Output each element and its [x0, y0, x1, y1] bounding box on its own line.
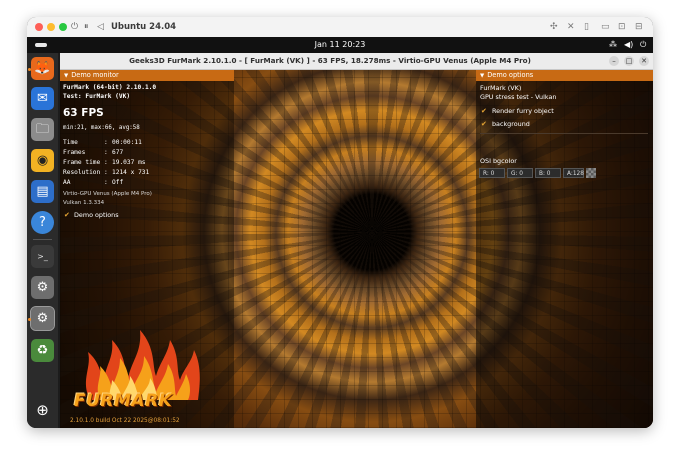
stat-label: Resolution: [63, 169, 101, 176]
ubuntu-topbar: Jan 11 20:23 ⁂ ◀) ⏻: [27, 37, 653, 53]
power-icon[interactable]: ⏻: [640, 39, 646, 51]
demo-options-label: Demo options: [74, 211, 119, 219]
stat-label: Time: [63, 139, 78, 146]
test-line: Test: FurMark (VK): [63, 93, 131, 100]
app-titlebar: Geeks3D FurMark 2.10.1.0 - [ FurMark (VK…: [60, 53, 653, 70]
furmark-logo-text: FURMARK: [74, 391, 173, 411]
trash-icon[interactable]: ♻: [31, 339, 54, 362]
files-icon[interactable]: 🗀: [31, 118, 54, 141]
volume-icon[interactable]: ◀): [624, 39, 633, 51]
dock-separator: [33, 239, 52, 240]
stat-value: Off: [112, 179, 124, 186]
zoom-traffic-light[interactable]: [59, 23, 67, 31]
fps-readout: 63 FPS: [63, 107, 104, 119]
stat-value: :: [104, 179, 108, 186]
pause-icon[interactable]: ⏸: [84, 20, 89, 34]
product-subtitle: GPU stress test - Vulkan: [480, 93, 557, 101]
usb-icon[interactable]: ▯: [584, 20, 589, 34]
app-title: Geeks3D FurMark 2.10.1.0 - [ FurMark (VK…: [129, 56, 531, 65]
running-indicator: [28, 68, 31, 71]
separator: [480, 133, 648, 134]
demo-monitor-title: Demo monitor: [71, 71, 119, 79]
clock[interactable]: Jan 11 20:23: [27, 39, 653, 51]
demo-monitor-header[interactable]: ▼ Demo monitor: [60, 70, 234, 81]
thunderbird-icon[interactable]: ✉: [31, 87, 54, 110]
background-label: background: [492, 120, 530, 128]
folder-icon[interactable]: ▭: [601, 20, 610, 34]
stat-value: 677: [112, 149, 124, 156]
network-icon[interactable]: ⁂: [609, 39, 617, 51]
demo-options-checkbox[interactable]: ✔: [64, 211, 72, 219]
fps-minmax: min:21, max:66, avg:58: [63, 125, 140, 131]
color-g-field[interactable]: G: 0: [507, 168, 533, 178]
power-icon[interactable]: ⏻: [71, 20, 78, 34]
background-checkbox[interactable]: ✔: [481, 120, 489, 128]
host-titlebar: ⏻ ⏸ ◁ Ubuntu 24.04 ✣ ✕ ▯ ▭ ⊡ ⊟: [27, 17, 653, 38]
color-b-field[interactable]: B: 0: [535, 168, 561, 178]
demo-options-header[interactable]: ▼ Demo options: [476, 70, 653, 81]
minimize-traffic-light[interactable]: [47, 23, 55, 31]
furmark-window: Geeks3D FurMark 2.10.1.0 - [ FurMark (VK…: [60, 53, 653, 428]
stat-value: 1214 x 731: [112, 169, 150, 176]
color-a-field[interactable]: A:128: [563, 168, 584, 178]
dock: 🦊 ✉ 🗀 ◉ ▤ ? >_ ⚙ ⚙ ♻ ⊕: [27, 53, 58, 428]
version-line: FurMark (64-bit) 2.10.1.0: [63, 84, 157, 91]
render-furry-checkbox[interactable]: ✔: [481, 107, 489, 115]
gpu-name: Virtio-GPU Venus (Apple M4 Pro): [63, 191, 152, 197]
window-icon[interactable]: ⊡: [618, 20, 626, 34]
running-indicator: [28, 318, 31, 321]
product-name: FurMark (VK): [480, 84, 522, 92]
firefox-icon[interactable]: 🦊: [31, 57, 54, 80]
maximize-button[interactable]: □: [624, 56, 634, 66]
color-r-field[interactable]: R: 0: [479, 168, 505, 178]
color-swatch[interactable]: [586, 168, 596, 178]
rhythmbox-icon[interactable]: ◉: [31, 149, 54, 172]
writer-icon[interactable]: ▤: [31, 180, 54, 203]
camera-icon[interactable]: ✣: [550, 20, 558, 34]
demo-options-title: Demo options: [487, 71, 534, 79]
settings-icon[interactable]: ⚙: [31, 276, 54, 299]
mute-icon[interactable]: ✕: [567, 20, 575, 34]
close-traffic-light[interactable]: [35, 23, 43, 31]
share-icon[interactable]: ⊟: [635, 20, 643, 34]
show-apps-icon[interactable]: ⊕: [31, 399, 54, 422]
stat-value: :: [104, 139, 108, 146]
stat-label: Frames: [63, 149, 86, 156]
vm-host-window: ⏻ ⏸ ◁ Ubuntu 24.04 ✣ ✕ ▯ ▭ ⊡ ⊟ Jan 11 20…: [27, 17, 653, 428]
stat-value: :: [104, 169, 108, 176]
close-button[interactable]: ✕: [639, 56, 649, 66]
collapse-arrow-icon: ▼: [64, 73, 69, 79]
collapse-arrow-icon: ▼: [480, 73, 485, 79]
host-title: Ubuntu 24.04: [111, 22, 177, 32]
stat-value: :: [104, 159, 108, 166]
stat-value: 19.037 ms: [112, 159, 146, 166]
stat-label: Frame time: [63, 159, 101, 166]
render-furry-label: Render furry object: [492, 107, 554, 115]
vulkan-version: Vulkan 1.3.334: [63, 200, 105, 206]
help-icon[interactable]: ?: [31, 211, 54, 234]
minimize-button[interactable]: –: [609, 56, 619, 66]
back-icon[interactable]: ◁: [97, 20, 104, 34]
build-info: 2.10.1.0 build Oct 22 2025@08:01:52: [70, 418, 180, 424]
stat-value: :: [104, 149, 108, 156]
terminal-icon[interactable]: >_: [31, 245, 54, 268]
stat-value: 00:00:11: [112, 139, 142, 146]
render-viewport[interactable]: ▼ Demo monitor FurMark (64-bit) 2.10.1.0 …: [60, 70, 653, 428]
settings-2-icon[interactable]: ⚙: [30, 306, 55, 331]
osi-bgcolor-label: OSI bgcolor: [480, 157, 517, 165]
stat-label: AA: [63, 179, 71, 186]
